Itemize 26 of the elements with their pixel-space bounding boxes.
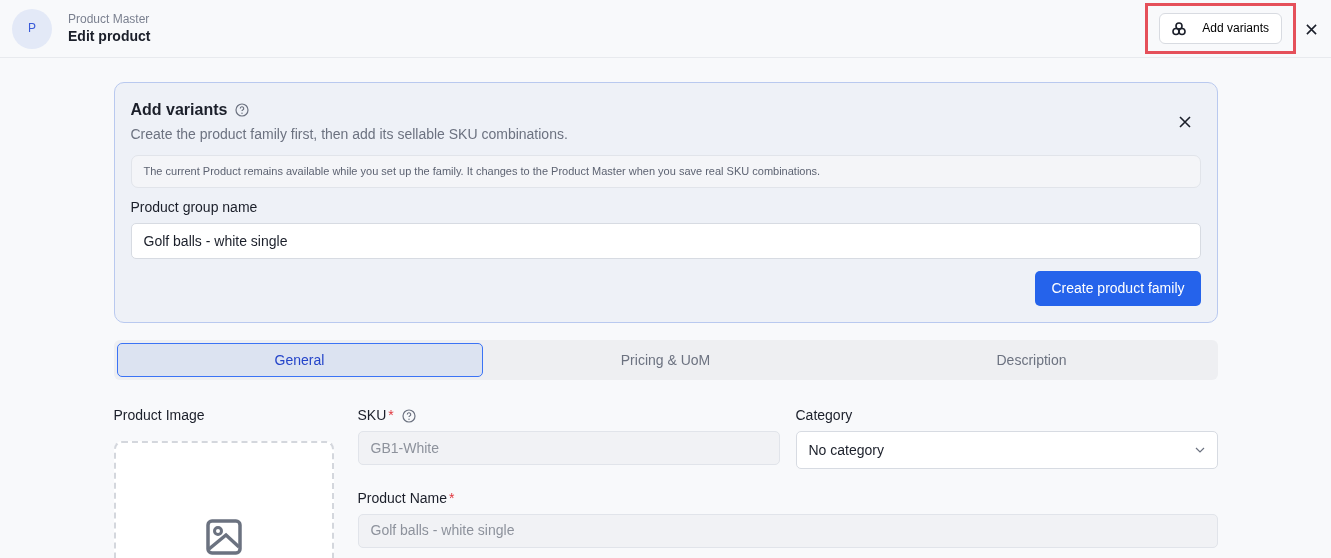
- field-label: SKU: [357, 406, 387, 425]
- create-family-button[interactable]: Create product family: [1035, 271, 1201, 307]
- field-label: Product group name: [130, 198, 259, 218]
- info-notice: The current Product remains available while you set up the family. It changes to the Product Master when you save real SKU combinations.: [130, 155, 1201, 189]
- field-label: Category: [795, 406, 853, 425]
- required-mark: *: [388, 406, 394, 425]
- close-icon: [1306, 23, 1317, 35]
- cubes-icon: [1172, 21, 1187, 36]
- field-label: Product Name: [357, 489, 447, 508]
- help-icon[interactable]: [235, 102, 250, 117]
- tab[interactable]: General: [116, 343, 483, 378]
- breadcrumb: Product Master: [68, 10, 151, 28]
- panel-title: Add variants: [130, 100, 228, 120]
- group-name-field[interactable]: Golf balls - white single: [130, 223, 1201, 260]
- field-label: Product Image: [113, 406, 206, 425]
- panel-description: Create the product family first, then add its sellable SKU combinations.: [130, 124, 568, 144]
- required-mark: *: [449, 489, 455, 508]
- image-icon: [205, 519, 242, 555]
- avatar: P: [12, 8, 52, 49]
- tab[interactable]: Description: [848, 343, 1215, 378]
- category-dropdown[interactable]: No category: [795, 431, 1218, 469]
- page-title: Edit product: [68, 27, 151, 47]
- chevron-down-icon: [1194, 447, 1205, 453]
- tab[interactable]: Pricing & UoM: [482, 343, 849, 378]
- image-upload-area[interactable]: [113, 441, 334, 558]
- add-variants-button[interactable]: Add variants: [1159, 13, 1282, 44]
